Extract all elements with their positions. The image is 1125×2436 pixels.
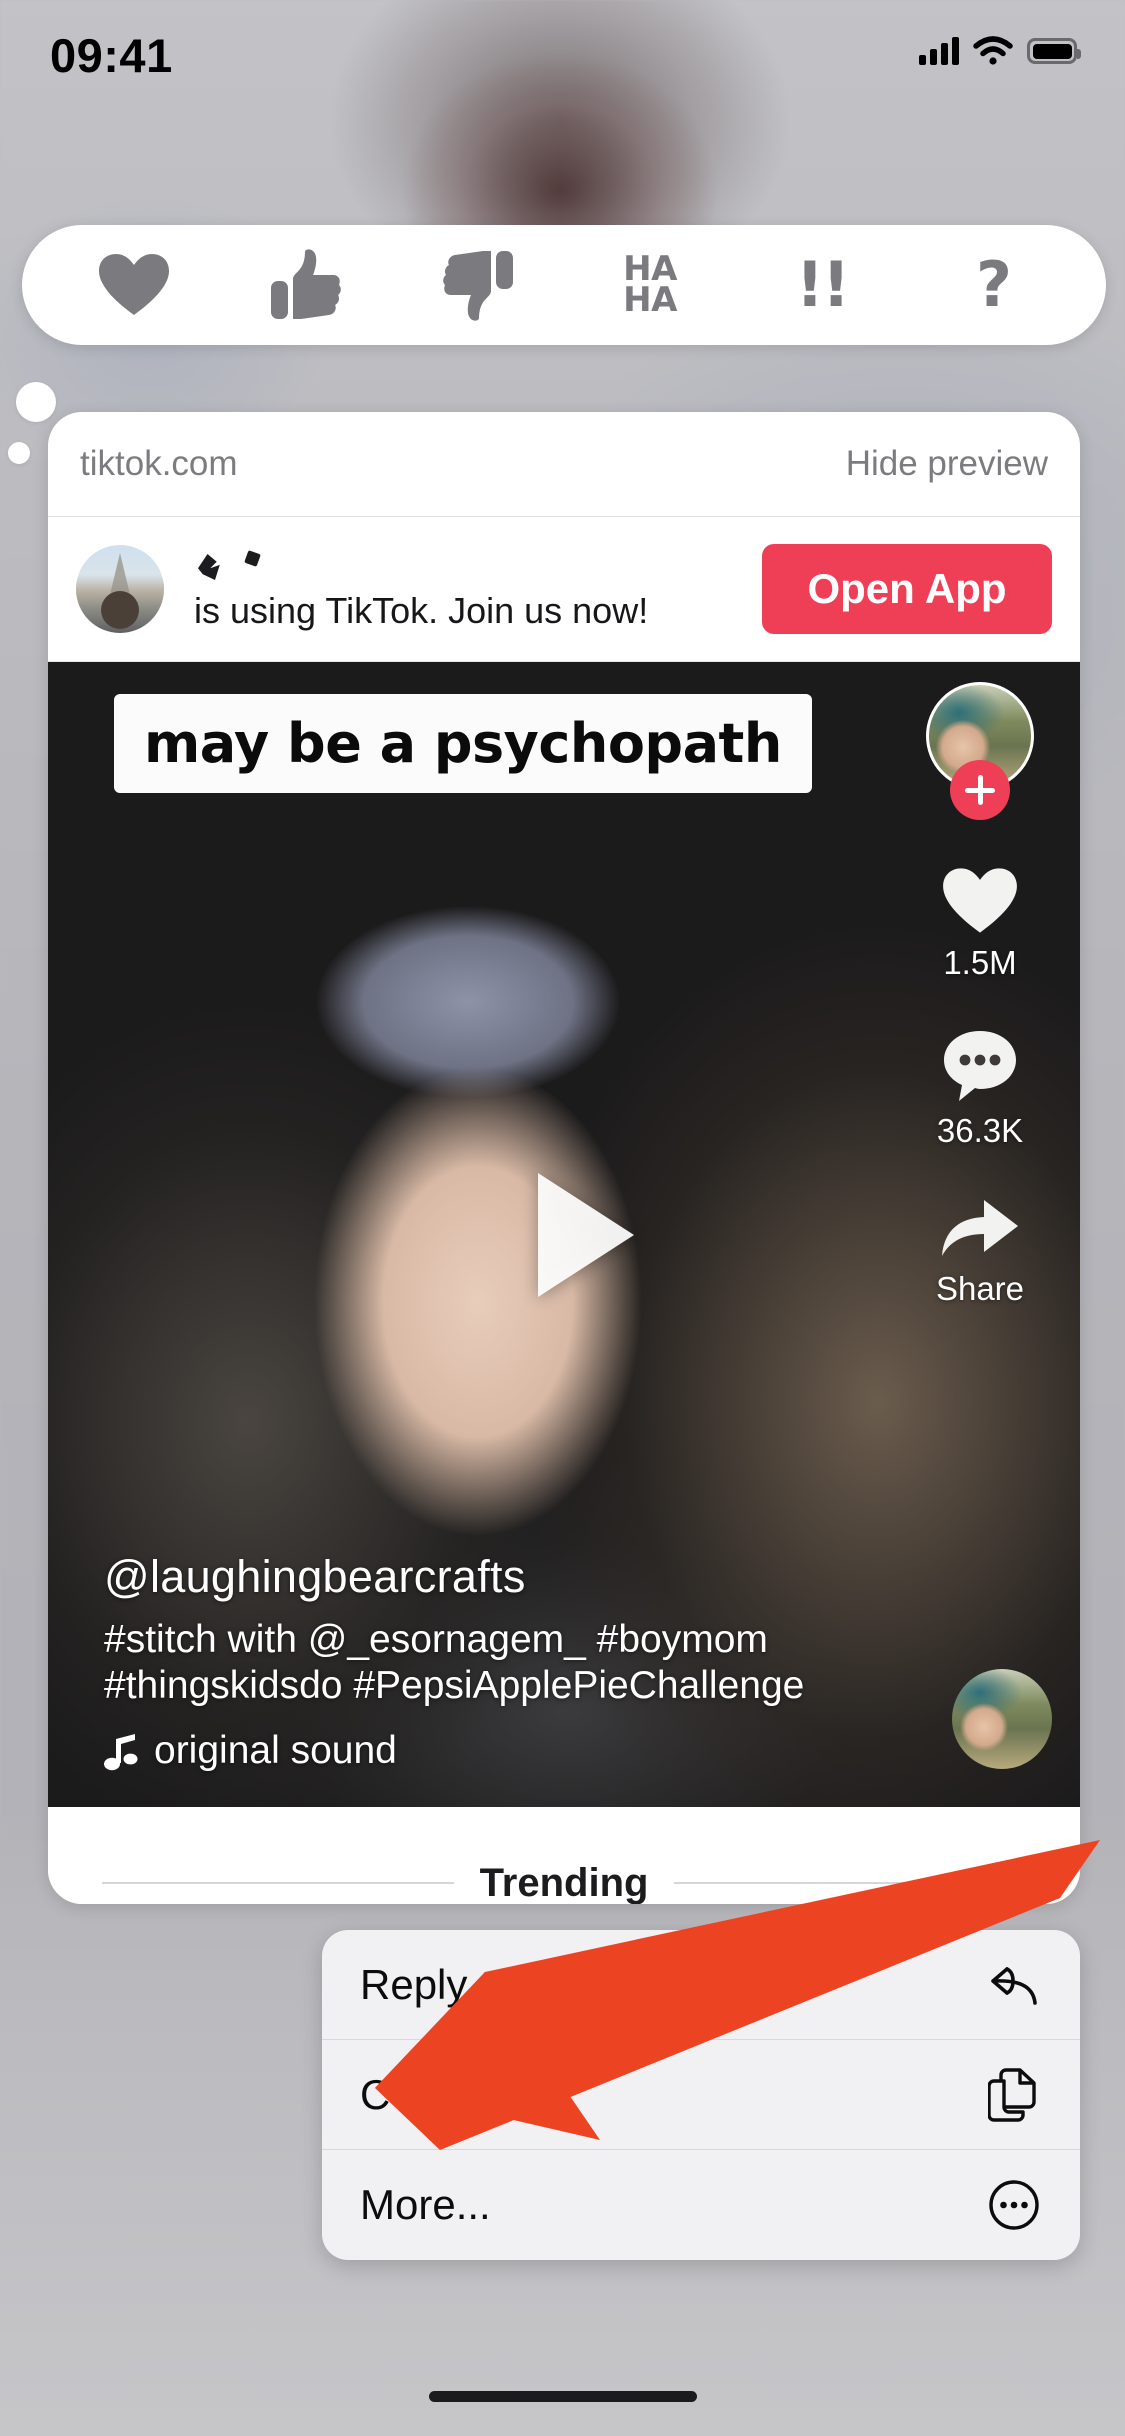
menu-item-more[interactable]: More... [322, 2150, 1080, 2260]
heart-reaction-button[interactable] [74, 230, 194, 340]
status-bar: 09:41 [0, 0, 1125, 130]
battery-icon [1027, 38, 1081, 64]
reply-arrow-icon [986, 1957, 1042, 2013]
banner-username-obscured [194, 546, 314, 586]
heart-icon [99, 254, 169, 315]
divider-left [102, 1882, 454, 1884]
thumbs-up-icon [271, 249, 341, 319]
exclamation-reaction-button[interactable]: !! [762, 230, 882, 340]
creator-handle[interactable]: @laughingbearcrafts [104, 1551, 884, 1603]
app-banner[interactable]: is using TikTok. Join us now! Open App [48, 517, 1080, 662]
sound-album-avatar[interactable] [952, 1669, 1052, 1769]
preview-header: tiktok.com Hide preview [48, 412, 1080, 517]
video-description-line-1: #stitch with @_esornagem_ #boymom [104, 1617, 768, 1661]
wifi-icon [973, 36, 1013, 65]
haha-line-2: HA [623, 280, 677, 320]
link-preview-card[interactable]: tiktok.com Hide preview is using TikTok.… [48, 412, 1080, 1904]
sound-name: original sound [154, 1729, 397, 1772]
like-button[interactable]: 1.5M [941, 866, 1019, 982]
copy-icon [986, 2067, 1042, 2123]
tapback-reaction-bar[interactable]: HA HA !! ? [22, 225, 1106, 345]
avatar [76, 545, 164, 633]
menu-item-more-label: More... [360, 2181, 491, 2228]
music-note-icon [104, 1734, 138, 1771]
menu-item-copy[interactable]: Copy [322, 2040, 1080, 2150]
comment-bubble-icon [944, 1031, 1016, 1101]
share-arrow-icon [942, 1200, 1018, 1256]
question-mark-icon: ? [976, 248, 1012, 321]
bubble-tail-small-dot [8, 442, 30, 464]
bubble-tail-large-dot [16, 382, 56, 422]
menu-item-reply-label: Reply [360, 1960, 468, 2008]
haha-reaction-button[interactable]: HA HA [590, 230, 710, 340]
banner-text-block: is using TikTok. Join us now! [194, 539, 762, 639]
video-preview[interactable]: may be a psychopath 1.5M 36.3K Share @la… [48, 662, 1080, 1807]
context-menu[interactable]: Reply Copy More... [322, 1930, 1080, 2260]
menu-item-copy-label: Copy [360, 2070, 459, 2118]
banner-message: is using TikTok. Join us now! [194, 590, 649, 631]
hide-preview-button[interactable]: Hide preview [846, 444, 1048, 484]
video-description-line-2: #thingskidsdo #PepsiApplePieChallenge [104, 1663, 805, 1707]
thumbs-down-reaction-button[interactable] [418, 230, 538, 340]
share-label: Share [935, 1270, 1025, 1307]
cellular-signal-icon [919, 37, 959, 65]
status-bar-indicators [919, 30, 1081, 72]
home-indicator [428, 2391, 697, 2402]
open-app-button[interactable]: Open App [762, 544, 1052, 634]
sound-row[interactable]: original sound [104, 1729, 884, 1773]
trending-label: Trending [479, 1860, 649, 1905]
comment-button[interactable]: 36.3K [937, 1028, 1023, 1150]
thumbs-down-icon [443, 251, 513, 321]
share-button[interactable]: Share [936, 1196, 1024, 1308]
status-bar-clock: 09:41 [50, 29, 173, 82]
question-reaction-button[interactable]: ? [934, 230, 1054, 340]
preview-domain-label: tiktok.com [80, 444, 238, 483]
video-info-block: @laughingbearcrafts #stitch with @_esorn… [104, 1551, 884, 1773]
ellipsis-circle-icon [986, 2177, 1042, 2233]
play-button[interactable] [538, 1172, 634, 1297]
thumbs-up-reaction-button[interactable] [246, 230, 366, 340]
follow-button[interactable] [950, 760, 1010, 820]
trending-section: Trending [48, 1807, 1080, 1904]
heart-icon [943, 868, 1017, 933]
menu-item-reply[interactable]: Reply [322, 1930, 1080, 2040]
comment-count: 36.3K [936, 1112, 1024, 1149]
like-count: 1.5M [943, 944, 1017, 981]
video-action-rail[interactable]: 1.5M 36.3K Share [900, 682, 1060, 1308]
exclamation-icon: !! [795, 248, 851, 321]
divider-right [674, 1882, 1027, 1884]
video-caption-overlay: may be a psychopath [114, 694, 812, 793]
